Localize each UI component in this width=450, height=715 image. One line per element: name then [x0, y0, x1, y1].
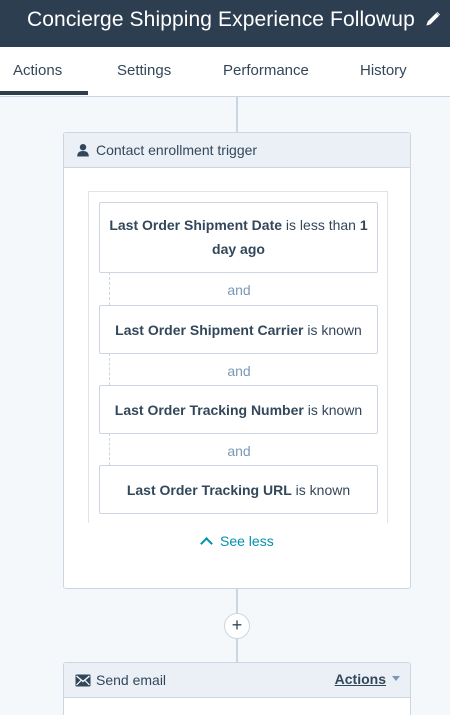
send-email-action-card[interactable]: Send email Actions: [63, 662, 411, 715]
trigger-filter-list: Last Order Shipment Date is less than 1 …: [88, 191, 388, 523]
see-less-link[interactable]: See less: [200, 533, 274, 550]
actions-dropdown-label: Actions: [334, 671, 386, 687]
pencil-icon: [426, 11, 441, 26]
see-less-label: See less: [220, 533, 274, 549]
filter-operator: is known: [307, 322, 362, 338]
enrollment-trigger-card[interactable]: Contact enrollment trigger Last Order Sh…: [63, 132, 411, 589]
filter-property: Last Order Shipment Carrier: [115, 322, 304, 338]
and-separator: and: [227, 443, 251, 459]
connector-line: [236, 96, 238, 133]
and-separator: and: [227, 282, 251, 298]
filter-condition[interactable]: Last Order Tracking Number is known: [99, 385, 378, 434]
chevron-up-icon: [200, 537, 213, 550]
tab-history[interactable]: History: [360, 62, 407, 79]
top-bar: Concierge Shipping Experience Followup: [0, 0, 450, 47]
tab-settings[interactable]: Settings: [117, 62, 171, 79]
filter-property: Last Order Tracking URL: [126, 482, 292, 498]
filter-property: Last Order Tracking Number: [114, 402, 304, 418]
workflow-title: Concierge Shipping Experience Followup: [27, 8, 415, 31]
filter-operator: is known: [307, 402, 363, 418]
filter-condition[interactable]: Last Order Shipment Carrier is known: [99, 305, 378, 354]
contact-icon: [77, 144, 89, 157]
edit-title-button[interactable]: [422, 10, 442, 30]
envelope-icon: [75, 674, 91, 687]
trigger-card-title: Contact enrollment trigger: [96, 142, 258, 158]
actions-dropdown[interactable]: Actions: [335, 671, 400, 687]
filter-property: Last Order Shipment Date: [109, 217, 283, 233]
add-action-button[interactable]: +: [224, 613, 250, 639]
filter-condition[interactable]: Last Order Tracking URL is known: [99, 465, 378, 514]
filter-operator: is less than: [285, 217, 356, 233]
tab-performance[interactable]: Performance: [223, 62, 309, 79]
filter-operator: is known: [295, 482, 351, 498]
and-separator: and: [227, 363, 251, 379]
tab-actions[interactable]: Actions: [13, 62, 62, 79]
filter-condition[interactable]: Last Order Shipment Date is less than 1 …: [99, 202, 378, 273]
action-card-title: Send email: [96, 672, 167, 688]
action-card-header: Send email Actions: [64, 663, 410, 698]
caret-down-icon: [392, 676, 400, 681]
tab-bar: Actions Settings Performance History: [0, 47, 450, 97]
active-tab-indicator: [0, 91, 88, 95]
trigger-card-header: Contact enrollment trigger: [64, 133, 410, 168]
